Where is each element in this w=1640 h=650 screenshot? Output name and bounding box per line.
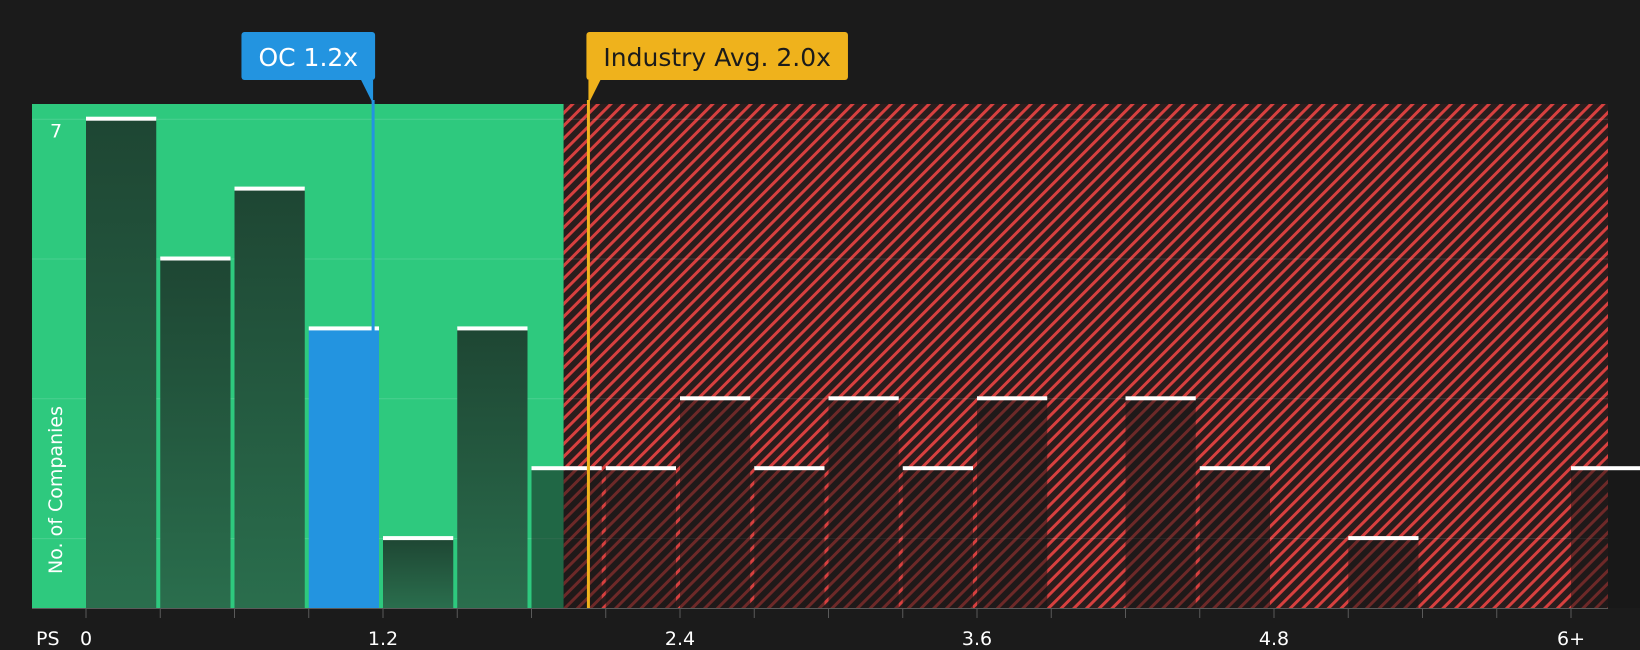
histogram-bar <box>308 328 379 608</box>
histogram-bar <box>680 398 751 608</box>
x-tick-label: 1.2 <box>368 628 398 650</box>
x-tick-label: 6+ <box>1557 628 1585 650</box>
histogram-bar-top <box>754 466 825 471</box>
x-axis-title: PS <box>36 628 60 650</box>
x-tick-label: 2.4 <box>665 628 695 650</box>
histogram-bar-top <box>160 256 231 261</box>
histogram-bar-top <box>1571 466 1640 471</box>
histogram-bar <box>977 398 1048 608</box>
histogram-bar-top <box>1348 536 1419 541</box>
histogram-bar-top <box>977 396 1048 401</box>
histogram-bar-top <box>308 326 379 331</box>
ps-ratio-histogram: OC 1.2x Industry Avg. 2.0x 0 1.2 2.4 3.6 4.8 6… <box>32 32 1640 650</box>
histogram-bar-top <box>1199 466 1270 471</box>
histogram-bar <box>902 468 973 608</box>
histogram-bar <box>457 328 528 608</box>
histogram-bar-top <box>383 536 454 541</box>
histogram-bar-top <box>531 466 602 471</box>
histogram-bar-top <box>828 396 899 401</box>
histogram-bar <box>383 538 454 608</box>
industry-label: Industry Avg. 2.0x <box>603 43 831 72</box>
histogram-bar <box>605 468 676 608</box>
histogram-bar-top <box>1125 396 1196 401</box>
histogram-bar <box>1348 538 1419 608</box>
company-callout-pointer <box>361 80 374 104</box>
histogram-bar-top <box>457 326 528 331</box>
histogram-bar <box>531 468 602 608</box>
x-tick-label: 3.6 <box>962 628 992 650</box>
x-tick-label: 0 <box>80 628 92 650</box>
histogram-bar <box>1571 468 1640 608</box>
histogram-bar-top <box>605 466 676 471</box>
histogram-bar-top <box>86 116 157 121</box>
histogram-bar <box>1199 468 1270 608</box>
y-axis-title: No. of Companies <box>45 406 67 574</box>
histogram-bar <box>160 258 231 608</box>
x-tick-label: 4.8 <box>1259 628 1289 650</box>
histogram-bar <box>754 468 825 608</box>
histogram-bar <box>86 118 157 608</box>
histogram-bar-top <box>234 186 305 191</box>
y-tick-label: 7 <box>50 121 62 143</box>
industry-callout-pointer <box>588 80 601 104</box>
histogram-bar-top <box>902 466 973 471</box>
histogram-bar-top <box>680 396 751 401</box>
company-label: OC 1.2x <box>258 43 358 72</box>
histogram-bar <box>234 188 305 608</box>
histogram-bar <box>828 398 899 608</box>
histogram-bar <box>1125 398 1196 608</box>
